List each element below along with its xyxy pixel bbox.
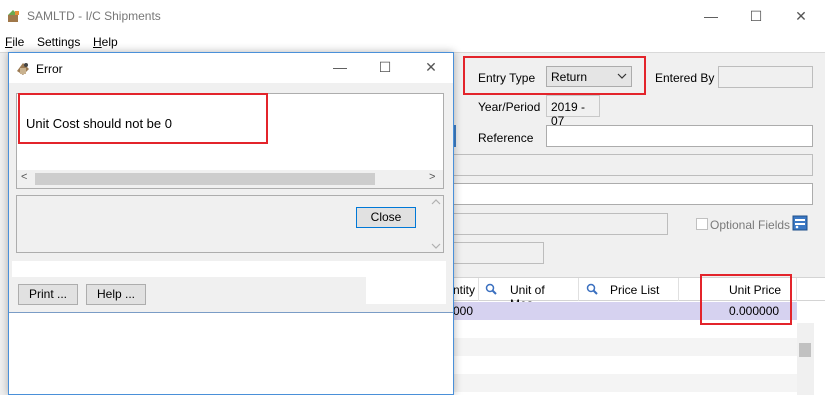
message-scrollbar[interactable]: < > bbox=[17, 170, 443, 188]
year-period-field: 2019 - 07 bbox=[546, 95, 600, 128]
optional-fields-label: Optional Fields bbox=[710, 218, 791, 232]
dialog-title: Error bbox=[36, 62, 63, 76]
search-icon[interactable] bbox=[485, 283, 497, 295]
column-header-quantity[interactable]: ntity bbox=[453, 278, 479, 301]
year-period-value: 2019 - 07 bbox=[551, 100, 586, 128]
help-button[interactable]: Help ... bbox=[86, 284, 146, 305]
dialog-titlebar: Error — ☐ ✕ bbox=[9, 53, 453, 83]
detail-field bbox=[453, 213, 668, 235]
grid-scroll-thumb[interactable] bbox=[799, 343, 811, 357]
menu-file[interactable]: File bbox=[5, 35, 24, 49]
message-scroll-thumb[interactable] bbox=[35, 173, 375, 185]
window-close-button[interactable]: ✕ bbox=[791, 6, 811, 26]
column-header-uom[interactable]: Unit of Mea... bbox=[479, 278, 579, 311]
table-row[interactable] bbox=[453, 338, 797, 356]
comment-input[interactable] bbox=[453, 183, 813, 205]
menu-settings[interactable]: Settings bbox=[37, 35, 80, 49]
quantity-cell: 000 bbox=[453, 304, 474, 318]
reference-input[interactable] bbox=[546, 125, 813, 147]
optional-fields-checkbox[interactable] bbox=[696, 218, 708, 230]
search-icon[interactable] bbox=[586, 283, 598, 295]
dialog-button-area: Close bbox=[16, 195, 444, 253]
entered-by-field bbox=[718, 66, 813, 88]
dialog-separator bbox=[9, 312, 453, 313]
close-button[interactable]: Close bbox=[356, 207, 416, 228]
optional-fields-icon[interactable] bbox=[792, 215, 808, 231]
column-header-price-list[interactable]: Price List bbox=[579, 278, 679, 301]
menu-help[interactable]: Help bbox=[93, 35, 118, 49]
maximize-button[interactable]: ☐ bbox=[746, 6, 766, 26]
scroll-right-arrow[interactable]: > bbox=[429, 171, 435, 183]
dialog-status-strip bbox=[12, 261, 367, 277]
entered-by-label: Entered By bbox=[655, 71, 715, 85]
error-dialog-icon bbox=[17, 63, 29, 75]
button-area-scrollbar[interactable] bbox=[428, 196, 444, 252]
location-field bbox=[453, 242, 544, 264]
error-message-highlight bbox=[18, 93, 268, 144]
dialog-maximize-button[interactable]: ☐ bbox=[375, 57, 395, 77]
minimize-button[interactable]: — bbox=[701, 6, 721, 26]
entry-type-highlight bbox=[463, 56, 646, 95]
print-button[interactable]: Print ... bbox=[18, 284, 78, 305]
year-period-label: Year/Period bbox=[478, 100, 541, 114]
app-icon bbox=[8, 10, 19, 22]
table-row[interactable] bbox=[453, 356, 797, 374]
window-titlebar: SAMLTD - I/C Shipments — ☐ ✕ bbox=[0, 0, 825, 32]
unit-price-highlight bbox=[700, 274, 792, 325]
table-row[interactable] bbox=[453, 374, 797, 392]
scroll-left-arrow[interactable]: < bbox=[21, 171, 27, 183]
dialog-blank-panel bbox=[366, 261, 446, 304]
dialog-close-button[interactable]: ✕ bbox=[421, 57, 441, 77]
grid-scrollbar[interactable] bbox=[797, 323, 814, 395]
reference-label: Reference bbox=[478, 131, 534, 145]
dialog-minimize-button[interactable]: — bbox=[330, 57, 350, 77]
window-title: SAMLTD - I/C Shipments bbox=[27, 9, 161, 23]
description-field bbox=[453, 154, 813, 176]
menu-bar: File Settings Help bbox=[0, 32, 825, 52]
